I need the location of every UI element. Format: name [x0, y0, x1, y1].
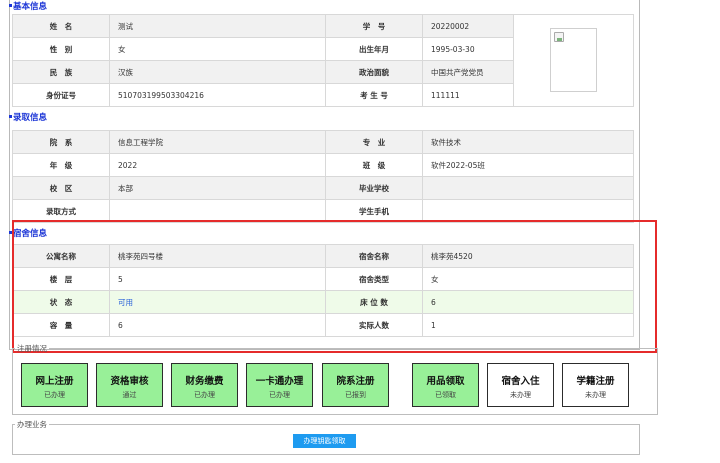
step-title: 院系注册: [336, 376, 375, 387]
photo-cell: [513, 14, 634, 107]
field-value: 汉族: [109, 60, 326, 84]
key-pickup-button[interactable]: 办理钥匙领取: [293, 434, 356, 448]
field-value: 20220002: [422, 14, 514, 38]
field-value: 信息工程学院: [109, 130, 326, 154]
field-value: 1995-03-30: [422, 37, 514, 61]
step-status: 已报到: [345, 391, 366, 399]
field-label: 性 别: [12, 37, 110, 61]
field-value: 本部: [109, 176, 326, 200]
step-status: 已领取: [435, 391, 456, 399]
step-title: 学籍注册: [576, 376, 615, 387]
square-bullet-icon: [9, 4, 12, 7]
step-campus-card[interactable]: 一卡通办理 已办理: [246, 363, 313, 407]
field-label: 校 区: [12, 176, 110, 200]
field-value: 软件2022-05班: [422, 153, 634, 177]
table-row: 校 区 本部 毕业学校: [12, 176, 634, 200]
field-value: 2022: [109, 153, 326, 177]
step-status: 已办理: [44, 391, 65, 399]
field-label: 院 系: [12, 130, 110, 154]
field-value: 中国共产党党员: [422, 60, 514, 84]
step-student-status-registration[interactable]: 学籍注册 未办理: [562, 363, 629, 407]
field-label: 考 生 号: [325, 83, 423, 107]
field-label: 班 级: [325, 153, 423, 177]
field-label: 年 级: [12, 153, 110, 177]
field-value: 测试: [109, 14, 326, 38]
field-value: 510703199503304216: [109, 83, 326, 107]
step-title: 网上注册: [35, 376, 74, 387]
table-row: 姓 名 测试 学 号 20220002: [12, 14, 634, 107]
step-dorm-checkin[interactable]: 宿舍入住 未办理: [487, 363, 554, 407]
step-title: 用品领取: [426, 376, 465, 387]
admission-info-table: 院 系 信息工程学院 专 业 软件技术 年 级 2022 班 级 软件2022-…: [12, 130, 634, 223]
step-qualification-review[interactable]: 资格审核 通过: [96, 363, 163, 407]
step-department-registration[interactable]: 院系注册 已报到: [322, 363, 389, 407]
field-label: 毕业学校: [325, 176, 423, 200]
step-status: 通过: [122, 391, 137, 399]
field-label: 姓 名: [12, 14, 110, 38]
field-label: 专 业: [325, 130, 423, 154]
field-label: 民 族: [12, 60, 110, 84]
field-label: 学 号: [325, 14, 423, 38]
registration-legend: 注册情况: [17, 344, 47, 353]
step-status: 已办理: [194, 391, 215, 399]
section-title-basic: 基本信息: [9, 1, 47, 13]
table-row: 年 级 2022 班 级 软件2022-05班: [12, 153, 634, 177]
square-bullet-icon: [9, 115, 12, 118]
field-value: 111111: [422, 83, 514, 107]
basic-info-table: 姓 名 测试 学 号 20220002 性 别 女 出生年月 1995-03-3…: [12, 14, 634, 107]
step-status: 未办理: [585, 391, 606, 399]
field-value: [422, 176, 634, 200]
business-legend: 办理业务: [17, 420, 47, 429]
field-label: 身份证号: [12, 83, 110, 107]
section-title-text: 录取信息: [13, 113, 48, 123]
dorm-highlight-box: [12, 220, 657, 353]
registration-page: 基本信息 姓 名 测试 学 号 20220002 性 别 女 出生年月 1995…: [0, 0, 720, 463]
step-online-registration[interactable]: 网上注册 已办理: [21, 363, 88, 407]
table-row: 院 系 信息工程学院 专 业 软件技术: [12, 130, 634, 154]
step-title: 资格审核: [110, 376, 149, 387]
section-title-text: 基本信息: [13, 2, 48, 12]
field-value: 软件技术: [422, 130, 634, 154]
field-label: 出生年月: [325, 37, 423, 61]
step-status: 已办理: [269, 391, 290, 399]
step-supplies-pickup[interactable]: 用品领取 已领取: [412, 363, 479, 407]
step-status: 未办理: [510, 391, 531, 399]
step-title: 一卡通办理: [255, 376, 304, 387]
step-title: 宿舍入住: [501, 376, 540, 387]
step-finance-payment[interactable]: 财务缴费 已办理: [171, 363, 238, 407]
field-label: 政治面貌: [325, 60, 423, 84]
field-value: 女: [109, 37, 326, 61]
broken-image-icon: [554, 31, 564, 42]
section-title-admission: 录取信息: [9, 112, 47, 124]
step-title: 财务缴费: [185, 376, 224, 387]
student-photo: [550, 27, 597, 92]
